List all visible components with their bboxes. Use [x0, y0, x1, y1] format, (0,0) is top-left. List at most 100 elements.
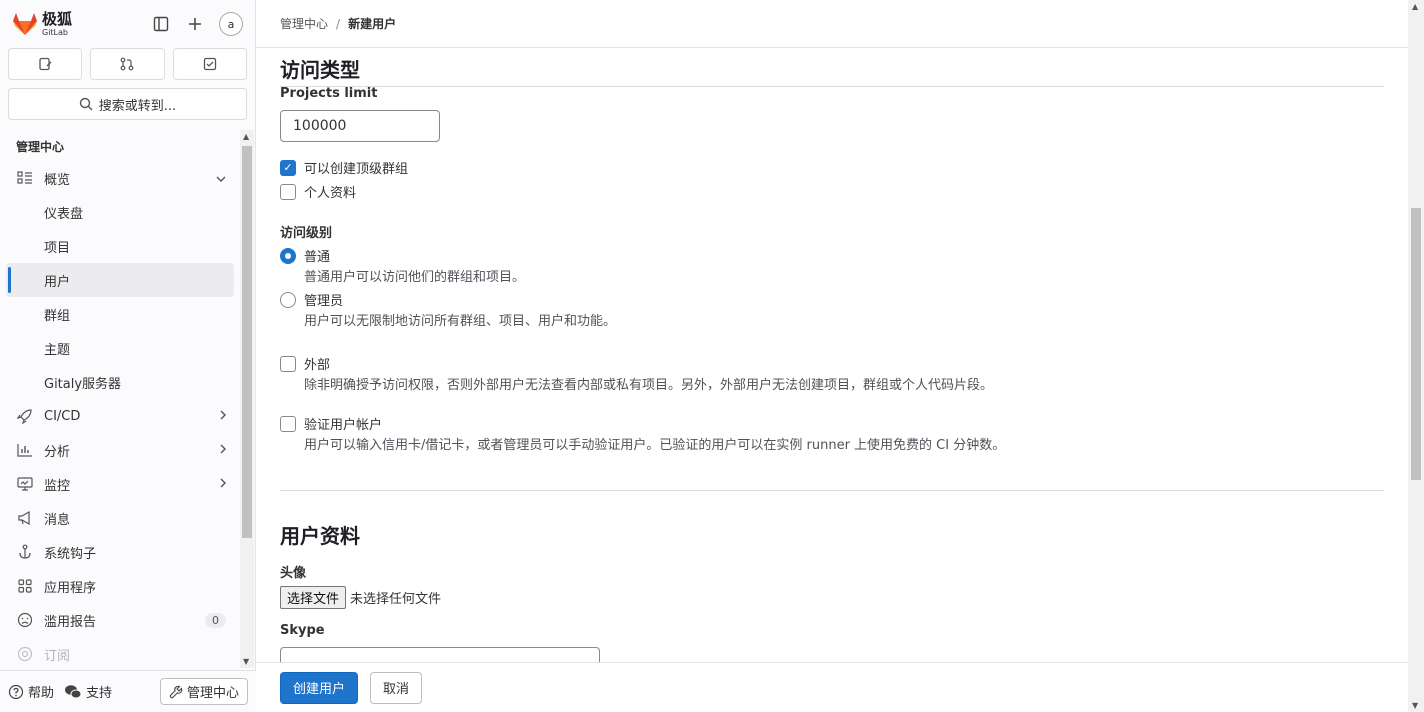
- choose-file-button[interactable]: 选择文件: [280, 586, 347, 609]
- sidebar-item-label: 项目: [44, 240, 71, 256]
- section-divider: [280, 490, 1384, 491]
- help-link[interactable]: 帮助: [8, 682, 54, 701]
- breadcrumb-current: 新建用户: [348, 17, 397, 31]
- merge-request-icon: [121, 57, 134, 71]
- breadcrumb-separator: /: [336, 16, 341, 31]
- sidebar-item-label: 应用程序: [44, 580, 97, 596]
- avatar-alt-text: a: [227, 17, 235, 31]
- chevron-right-icon: [220, 443, 226, 457]
- external-row[interactable]: 外部: [280, 354, 330, 373]
- external-checkbox[interactable]: [280, 355, 296, 372]
- skype-input[interactable]: [280, 647, 600, 662]
- breadcrumb-parent[interactable]: 管理中心: [280, 15, 328, 32]
- scroll-down-icon[interactable]: ▼: [1412, 701, 1418, 710]
- todo-button[interactable]: [172, 48, 247, 80]
- profile-row[interactable]: 个人资料: [280, 182, 356, 201]
- verify-checkbox[interactable]: [280, 415, 296, 432]
- nav-section-title: 管理中心: [16, 140, 65, 154]
- scrollbar-thumb[interactable]: [242, 146, 252, 538]
- breadcrumb: 管理中心 / 新建用户: [256, 0, 1408, 48]
- sidebar-item-overview[interactable]: 概览: [0, 161, 240, 195]
- create-user-button[interactable]: 创建用户: [280, 671, 359, 704]
- projects-limit-value: 100000: [293, 118, 347, 134]
- sidebar-item-applications[interactable]: 应用程序: [0, 569, 240, 603]
- admin-help: 用户可以无限制地访问所有群组、项目、用户和功能。: [304, 314, 617, 329]
- issues-button[interactable]: [8, 48, 83, 80]
- subscription-icon: [16, 646, 34, 662]
- sidebar-scrollbar[interactable]: ▲ ▼: [240, 130, 254, 668]
- scroll-up-icon[interactable]: ▲: [243, 132, 249, 141]
- sidebar-item-analytics[interactable]: 分析: [0, 433, 240, 467]
- admin-level-label: 管理员: [304, 294, 344, 309]
- sidebar-item-monitoring[interactable]: 监控: [0, 467, 240, 501]
- brand-logo[interactable]: 极狐 GitLab: [12, 11, 72, 37]
- sidebar-item-topics[interactable]: 主题: [0, 331, 240, 365]
- count-badge: 0: [205, 612, 226, 628]
- regular-radio-row[interactable]: 普通: [280, 246, 330, 265]
- skype-label: Skype: [280, 623, 325, 638]
- sidebar-item-cicd[interactable]: CI/CD: [0, 399, 240, 433]
- verify-row[interactable]: 验证用户帐户: [280, 414, 382, 433]
- apps-icon: [16, 579, 34, 593]
- sidebar-item-system-hooks[interactable]: 系统钩子: [0, 535, 240, 569]
- admin-label: 管理中心: [186, 686, 239, 701]
- sidebar-item-label: 主题: [44, 342, 71, 358]
- chevron-right-icon: [220, 477, 226, 491]
- sidebar-item-label: CI/CD: [44, 408, 81, 424]
- can-create-group-checkbox[interactable]: ✓: [280, 159, 296, 176]
- chevron-right-icon: [220, 409, 226, 423]
- sidebar-item-gitaly[interactable]: Gitaly服务器: [0, 365, 240, 399]
- regular-radio[interactable]: [280, 247, 296, 264]
- sidebar-item-label: 监控: [44, 478, 71, 494]
- can-create-group-row[interactable]: ✓ 可以创建顶级群组: [280, 158, 408, 177]
- scroll-down-icon[interactable]: ▼: [243, 657, 249, 666]
- sidebar-item-dashboard[interactable]: 仪表盘: [0, 195, 240, 229]
- sidebar-item-label: 消息: [44, 512, 71, 528]
- form-actions: 创建用户 取消: [256, 662, 1408, 712]
- sidebar-item-users[interactable]: 用户: [6, 263, 234, 297]
- wrench-icon: [169, 685, 183, 698]
- sidebar-item-abuse-reports[interactable]: 滥用报告 0: [0, 603, 240, 637]
- projects-limit-input[interactable]: 100000: [280, 110, 440, 142]
- sidebar-item-label: 滥用报告: [44, 614, 97, 630]
- sidebar-item-groups[interactable]: 群组: [0, 297, 240, 331]
- sidebar-item-label: 订阅: [44, 648, 71, 664]
- cancel-button[interactable]: 取消: [370, 671, 423, 704]
- page-scrollbar[interactable]: ▲ ▼: [1408, 0, 1424, 712]
- plus-icon[interactable]: [185, 14, 205, 34]
- admin-radio[interactable]: [280, 291, 296, 308]
- help-label: 帮助: [28, 686, 55, 701]
- section-divider: [280, 86, 1384, 87]
- admin-area-button[interactable]: 管理中心: [159, 678, 248, 705]
- tanuki-logo-icon: [13, 13, 37, 35]
- help-icon: [8, 684, 24, 699]
- no-file-text: 未选择任何文件: [350, 592, 442, 607]
- search-button[interactable]: 搜索或转到...: [8, 88, 247, 120]
- abuse-icon: [16, 612, 34, 628]
- scrollbar-thumb[interactable]: [1411, 208, 1421, 480]
- admin-radio-row[interactable]: 管理员: [280, 290, 343, 309]
- sidebar-footer: 帮助 支持 管理中心: [0, 670, 256, 712]
- overview-icon: [16, 171, 34, 185]
- verify-help: 用户可以输入信用卡/借记卡，或者管理员可以手动验证用户。已验证的用户可以在实例 …: [304, 438, 1006, 453]
- avatar[interactable]: a: [219, 12, 243, 36]
- quick-actions: [0, 48, 255, 80]
- sidebar-nav: 管理中心 概览 仪表盘 项目 用户 群组 主题 Gitaly服务器 CI/CD …: [0, 130, 240, 670]
- sidebar-item-messages[interactable]: 消息: [0, 501, 240, 535]
- projects-limit-label: Projects limit: [280, 86, 378, 101]
- sidebar-header: 极狐 GitLab a: [0, 0, 255, 48]
- sidebar-toggle-icon[interactable]: [151, 14, 171, 34]
- access-level-title: 访问级别: [280, 226, 333, 241]
- profile-checkbox[interactable]: [280, 183, 296, 200]
- regular-label: 普通: [304, 250, 331, 265]
- scroll-up-icon[interactable]: ▲: [1412, 2, 1418, 11]
- support-link[interactable]: 支持: [64, 682, 112, 701]
- merge-requests-button[interactable]: [90, 48, 165, 80]
- profile-label: 个人资料: [304, 186, 357, 201]
- sidebar-item-subscription[interactable]: 订阅: [0, 637, 240, 670]
- sidebar-item-label: 用户: [44, 274, 71, 290]
- avatar-label: 头像: [280, 566, 307, 581]
- new-user-form: 访问类型 Projects limit 100000 ✓ 可以创建顶级群组 个人…: [280, 48, 1384, 662]
- profile-section-title: 用户资料: [280, 524, 360, 548]
- sidebar-item-projects[interactable]: 项目: [0, 229, 240, 263]
